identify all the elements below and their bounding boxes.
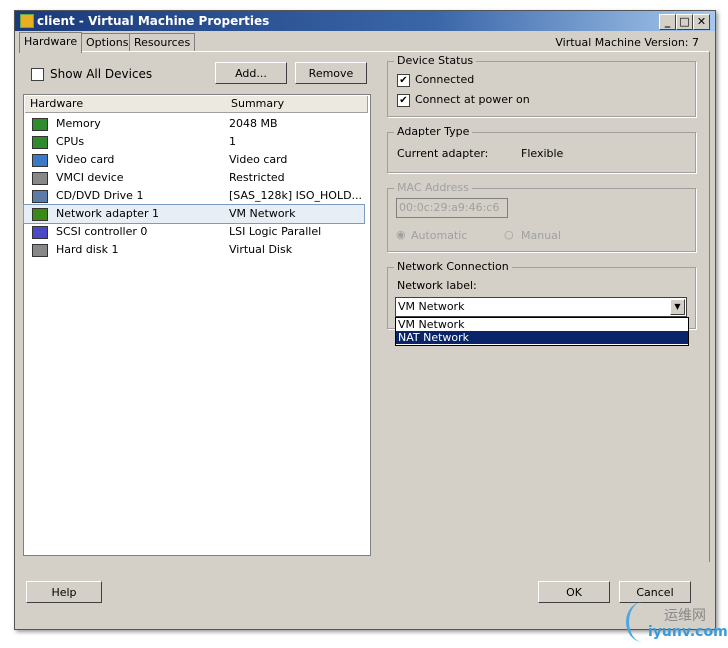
hardware-summary: 1 [229, 135, 236, 148]
hardware-summary: 2048 MB [229, 117, 278, 130]
current-adapter-label: Current adapter: [397, 147, 489, 160]
dropdown-option-vm-network[interactable]: VM Network [396, 318, 688, 331]
connected-label: Connected [415, 73, 475, 86]
minimize-button[interactable]: _ [659, 14, 676, 30]
hardware-summary: LSI Logic Parallel [229, 225, 322, 238]
maximize-button[interactable]: □ [676, 14, 693, 30]
hardware-name: Video card [56, 153, 115, 166]
connected-checkbox[interactable]: ✔ [397, 74, 410, 87]
scsi-icon [32, 226, 48, 239]
mac-address-input[interactable]: 00:0c:29:a9:46:c6 [396, 198, 508, 218]
adapter-type-title: Adapter Type [394, 125, 473, 138]
connect-power-on-checkbox[interactable]: ✔ [397, 94, 410, 107]
automatic-radio-label: Automatic [411, 229, 468, 242]
hardware-name: Network adapter 1 [56, 207, 159, 220]
hardware-summary: Restricted [229, 171, 285, 184]
adapter-type-group: Adapter Type Current adapter: Flexible [387, 125, 696, 173]
table-row[interactable]: Network adapter 1 VM Network [23, 204, 365, 224]
table-row[interactable]: CD/DVD Drive 1 [SAS_128k] ISO_HOLD... [24, 187, 364, 205]
hardware-name: SCSI controller 0 [56, 225, 148, 238]
show-all-devices-label: Show All Devices [50, 67, 153, 81]
hardware-table: Hardware Summary Memory 2048 MB CPUs 1 Video… [23, 94, 371, 556]
network-selected-value: VM Network [398, 300, 465, 313]
memory-icon [32, 118, 48, 131]
table-row[interactable]: VMCI device Restricted [24, 169, 364, 187]
hardware-name: VMCI device [56, 171, 124, 184]
ok-button[interactable]: OK [538, 581, 610, 603]
manual-radio-icon[interactable]: ○ [504, 228, 514, 241]
cd-drive-icon [32, 190, 48, 203]
cancel-button[interactable]: Cancel [619, 581, 691, 603]
tab-resources[interactable]: Resources [129, 33, 196, 52]
mac-address-group: MAC Address 00:0c:29:a9:46:c6 ◉ Automati… [387, 181, 696, 252]
title-bar[interactable]: client - Virtual Machine Properties _ □ … [15, 11, 715, 31]
chevron-down-icon[interactable]: ▼ [670, 299, 685, 315]
hardware-name: Memory [56, 117, 101, 130]
hardware-summary: VM Network [229, 207, 296, 220]
network-connection-title: Network Connection [394, 260, 512, 273]
add-button[interactable]: Add... [215, 62, 287, 84]
hardware-name: CD/DVD Drive 1 [56, 189, 144, 202]
vm-version: Virtual Machine Version: 7 [555, 36, 699, 49]
tab-hardware[interactable]: Hardware [19, 32, 83, 53]
hardware-summary: Video card [229, 153, 288, 166]
hardware-name: Hard disk 1 [56, 243, 119, 256]
connect-power-on-label: Connect at power on [415, 93, 530, 106]
properties-window: client - Virtual Machine Properties _ □ … [14, 10, 716, 630]
table-row[interactable]: SCSI controller 0 LSI Logic Parallel [24, 223, 364, 241]
automatic-radio-icon[interactable]: ◉ [396, 228, 406, 241]
window-title: client - Virtual Machine Properties [37, 14, 270, 28]
table-row[interactable]: CPUs 1 [24, 133, 364, 151]
show-all-devices-checkbox[interactable] [31, 68, 44, 81]
watermark-text: 运维网 [664, 608, 706, 624]
help-button[interactable]: Help [26, 581, 102, 603]
hardware-name: CPUs [56, 135, 85, 148]
network-adapter-icon [32, 208, 48, 221]
hardware-summary: Virtual Disk [229, 243, 293, 256]
dropdown-option-nat-network[interactable]: NAT Network [396, 331, 688, 344]
network-label-select[interactable]: VM Network ▼ [395, 297, 687, 317]
current-adapter-value: Flexible [521, 147, 564, 160]
manual-radio-label: Manual [521, 229, 561, 242]
cpu-icon [32, 136, 48, 149]
mac-address-title: MAC Address [394, 181, 472, 194]
network-dropdown-list: VM Network NAT Network [395, 317, 689, 346]
table-row[interactable]: Video card Video card [24, 151, 364, 169]
column-header-summary[interactable]: Summary [226, 96, 368, 113]
vm-icon [20, 14, 34, 28]
device-icon [32, 172, 48, 185]
network-label-label: Network label: [397, 279, 477, 292]
device-status-group: Device Status ✔ Connected ✔ Connect at p… [387, 54, 696, 117]
tab-options[interactable]: Options [81, 33, 134, 52]
table-row[interactable]: Hard disk 1 Virtual Disk [24, 241, 364, 259]
column-header-hardware[interactable]: Hardware [25, 96, 231, 113]
hard-disk-icon [32, 244, 48, 257]
hardware-summary: [SAS_128k] ISO_HOLD... [229, 189, 363, 202]
table-row[interactable]: Memory 2048 MB [24, 115, 364, 133]
monitor-icon [32, 154, 48, 167]
close-button[interactable]: ✕ [693, 14, 710, 30]
watermark-domain: iyunv.com [648, 624, 728, 640]
device-status-title: Device Status [394, 54, 477, 67]
remove-button[interactable]: Remove [295, 62, 367, 84]
